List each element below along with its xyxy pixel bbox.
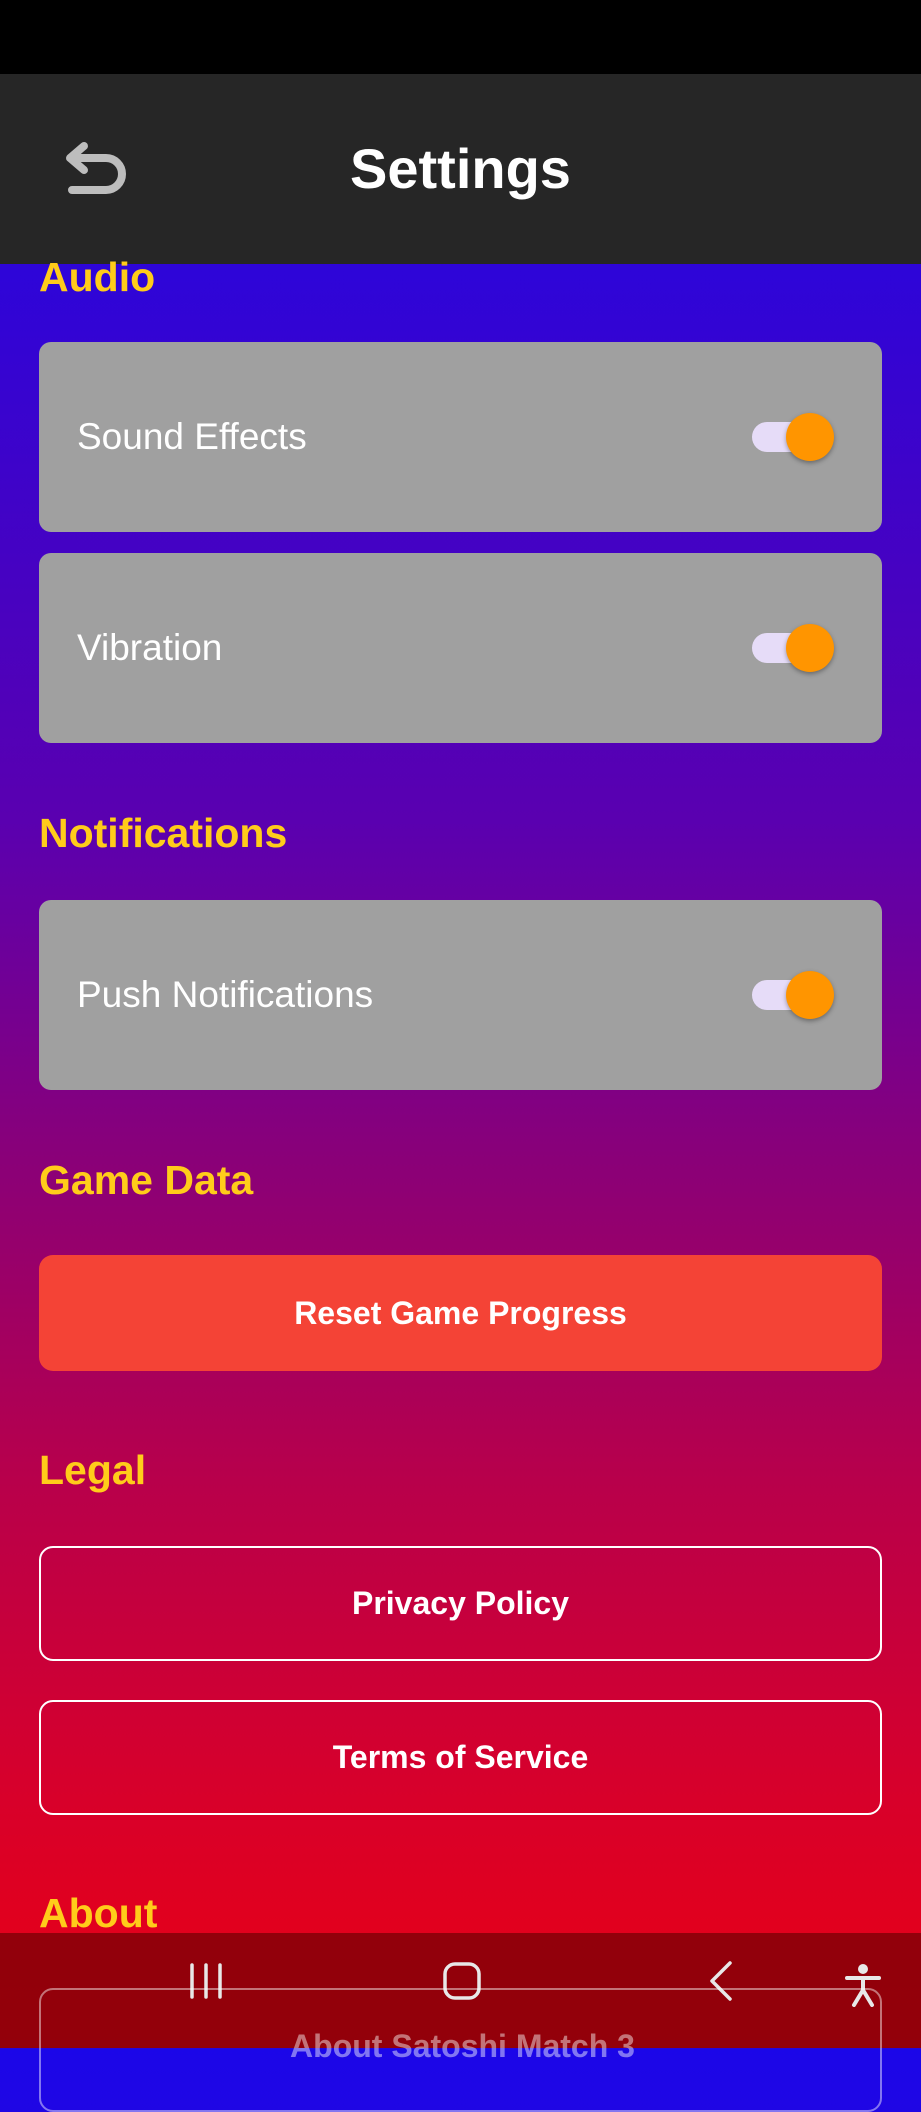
section-label-audio: Audio [39, 254, 156, 300]
privacy-policy-button[interactable]: Privacy Policy [39, 1546, 882, 1661]
status-bar [0, 0, 921, 74]
toggle-thumb [786, 624, 834, 672]
toggle-thumb [786, 413, 834, 461]
page-title: Settings [350, 137, 571, 200]
about-button-label: About Satoshi Match 3 [290, 2028, 635, 2064]
section-label-about: About [39, 1890, 158, 1936]
terms-of-service-button[interactable]: Terms of Service [39, 1700, 882, 1815]
reset-game-progress-button[interactable]: Reset Game Progress [39, 1255, 882, 1371]
toggle-thumb [786, 971, 834, 1019]
setting-row-push-notifications: Push Notifications [39, 900, 882, 1090]
about-button[interactable]: About Satoshi Match 3 [39, 1988, 882, 2112]
setting-label-vibration: Vibration [77, 627, 223, 668]
section-label-legal: Legal [39, 1447, 147, 1493]
setting-row-vibration: Vibration [39, 553, 882, 743]
setting-label-push-notifications: Push Notifications [77, 974, 374, 1015]
section-label-notifications: Notifications [39, 810, 288, 856]
sound-effects-toggle[interactable] [752, 412, 836, 462]
app-bar: Settings [0, 74, 921, 264]
setting-label-sound-effects: Sound Effects [77, 416, 307, 457]
setting-row-sound-effects: Sound Effects [39, 342, 882, 532]
push-notifications-toggle[interactable] [752, 970, 836, 1020]
vibration-toggle[interactable] [752, 623, 836, 673]
section-label-game-data: Game Data [39, 1157, 254, 1203]
